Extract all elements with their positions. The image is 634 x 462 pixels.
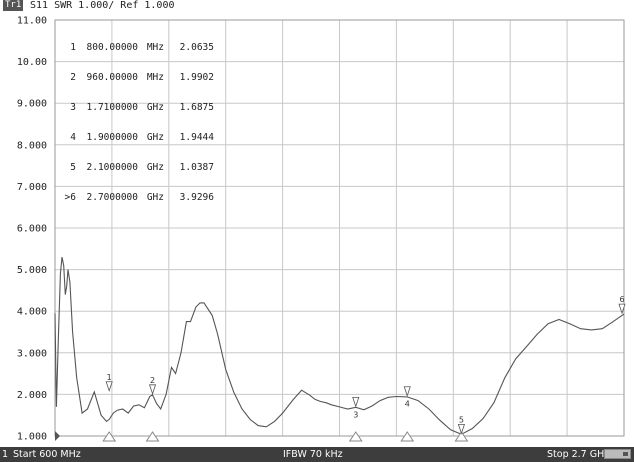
y-tick-label: 9.000: [17, 99, 47, 110]
marker-label: 4: [405, 400, 410, 409]
marker-label: 6: [619, 295, 624, 304]
marker-label: 3: [353, 410, 358, 419]
y-tick-label: 4.000: [17, 307, 47, 318]
y-tick-label: 7.000: [17, 182, 47, 193]
channel-number[interactable]: 1: [2, 449, 8, 460]
marker-unit: MHz: [146, 72, 164, 83]
y-tick-label: 1.000: [17, 432, 47, 443]
y-tick-label: 2.000: [17, 390, 47, 401]
marker-row-4: 4 1.9000000 GHz 1.9444: [60, 133, 214, 143]
marker-unit: MHz: [146, 42, 164, 53]
marker-number: 2: [70, 72, 76, 83]
marker-label: 2: [150, 376, 155, 385]
marker-label: 5: [459, 415, 464, 424]
marker-number: 4: [70, 132, 76, 143]
marker-frequency: 2.1000000: [86, 162, 138, 173]
start-frequency[interactable]: Start 600 MHz: [13, 449, 81, 460]
marker-unit: GHz: [146, 132, 164, 143]
marker-row-5: 5 2.1000000 GHz 1.0387: [60, 163, 214, 173]
marker-number: 1: [70, 42, 76, 53]
stop-frequency[interactable]: Stop 2.7 GHz: [547, 449, 609, 460]
marker-triangle: [105, 381, 113, 393]
marker-frequency: 2.7000000: [86, 192, 138, 203]
marker-label: 1: [107, 373, 112, 382]
status-bar: 1 Start 600 MHz IFBW 70 kHz Stop 2.7 GHz: [0, 447, 634, 462]
marker-triangle: [148, 384, 157, 396]
y-tick-label: 5.000: [17, 265, 47, 276]
y-tick-label: 3.000: [17, 348, 47, 359]
ifbw-setting[interactable]: IFBW 70 kHz: [283, 449, 343, 460]
marker-unit: GHz: [146, 162, 164, 173]
y-tick-label: 10.00: [17, 57, 47, 68]
marker-unit: GHz: [146, 102, 164, 113]
marker-value: 1.9444: [179, 132, 214, 143]
marker-row-6: >6 2.7000000 GHz 3.9296: [60, 193, 214, 203]
marker-triangle: [457, 423, 465, 435]
vna-screen: Tr1 S11 SWR 1.000/ Ref 1.000 11.00 10.00 9…: [0, 0, 634, 462]
marker-number: 3: [70, 102, 76, 113]
marker-frequency: 960.00000: [86, 72, 138, 83]
reference-level-marker: [55, 431, 60, 441]
marker-number: 5: [70, 162, 76, 173]
y-tick-label: 11.00: [17, 16, 47, 27]
y-tick-label: 8.000: [17, 140, 47, 151]
marker-number: >6: [64, 192, 76, 203]
marker-row-1: 1 800.00000 MHz 2.0635: [60, 43, 214, 53]
marker-unit: GHz: [146, 192, 164, 203]
marker-row-3: 3 1.7100000 GHz 1.6875: [60, 103, 214, 113]
marker-value: 3.9296: [179, 192, 214, 203]
marker-table: 1 800.00000 MHz 2.0635 2 960.00000 MHz 1.9902 …: [60, 23, 214, 223]
marker-value: 1.0387: [179, 162, 214, 173]
marker-triangle: [352, 396, 360, 408]
marker-frequency: 1.9000000: [86, 132, 138, 143]
marker-value: 2.0635: [179, 42, 214, 53]
y-tick-label: 6.000: [17, 224, 47, 235]
marker-row-2: 2 960.00000 MHz 1.9902: [60, 73, 214, 83]
marker-value: 1.6875: [179, 102, 214, 113]
marker-frequency: 800.00000: [86, 42, 138, 53]
marker-frequency: 1.7100000: [86, 102, 138, 113]
display-mode-icon[interactable]: [604, 449, 631, 459]
marker-value: 1.9902: [179, 72, 214, 83]
